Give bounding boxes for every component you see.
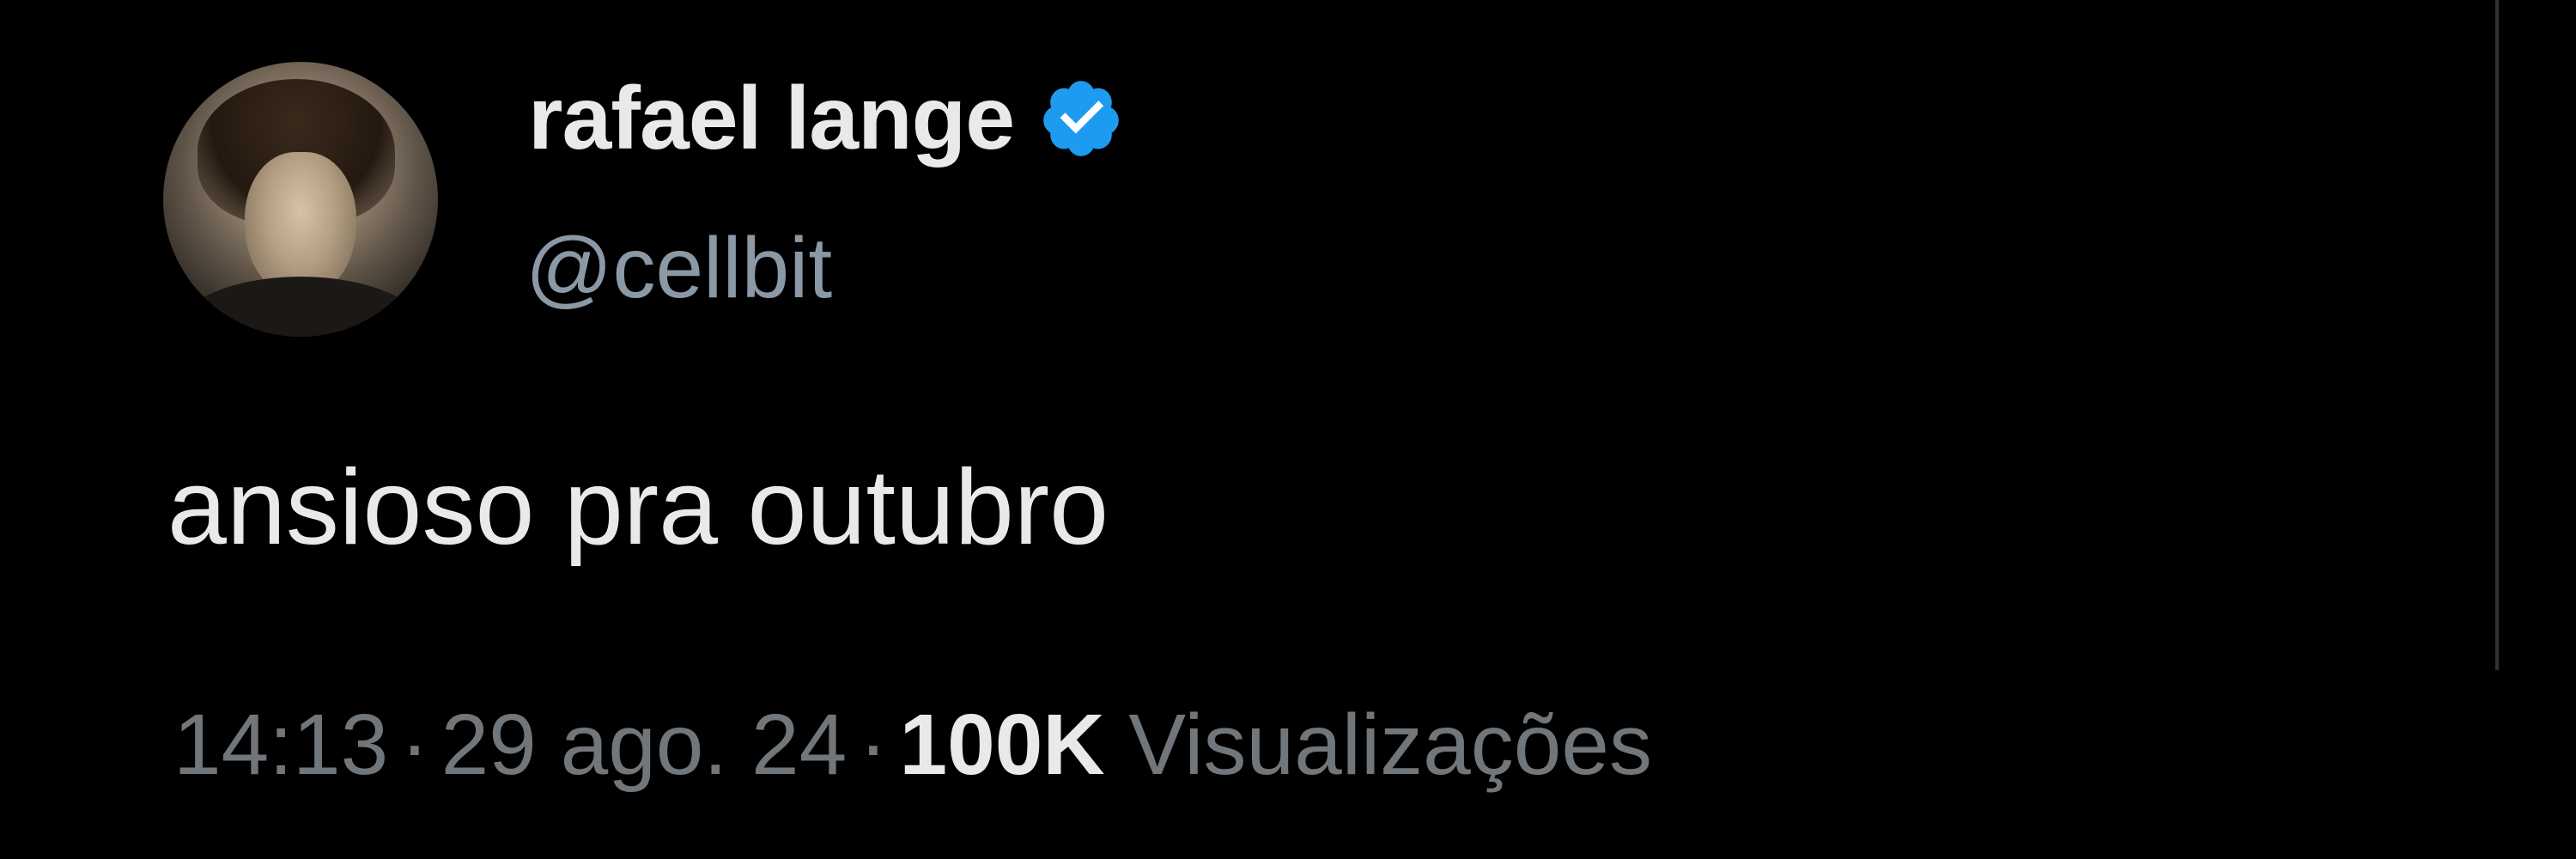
meta-separator: · <box>400 697 429 793</box>
author-name-row[interactable]: rafael lange <box>528 67 1124 170</box>
author-display-name[interactable]: rafael lange <box>528 68 1015 170</box>
tweet-card: rafael lange @cellbit ansioso pra outubr… <box>0 0 2576 859</box>
views-count[interactable]: 100K <box>900 697 1105 793</box>
scrollbar[interactable] <box>2495 0 2499 670</box>
avatar-shoulders <box>172 277 429 337</box>
author-handle[interactable]: @cellbit <box>526 219 832 318</box>
tweet-time[interactable]: 14:13 <box>173 697 388 793</box>
tweet-date[interactable]: 29 ago. 24 <box>441 697 848 793</box>
tweet-text: ansioso pra outubro <box>167 448 1109 567</box>
tweet-meta: 14:13 · 29 ago. 24 · 100K Visualizações <box>173 696 1652 795</box>
views-label: Visualizações <box>1128 697 1653 793</box>
avatar[interactable] <box>163 62 438 337</box>
verified-badge-icon <box>1043 81 1119 156</box>
meta-separator: · <box>859 697 888 793</box>
